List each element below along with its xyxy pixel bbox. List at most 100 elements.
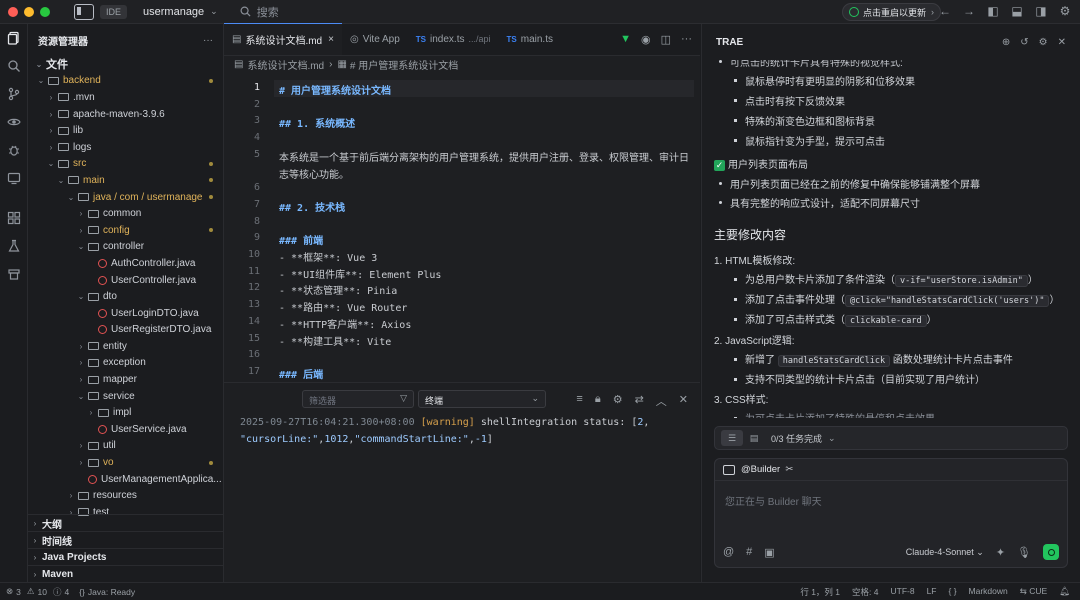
debug-bug-icon[interactable]: [0, 136, 28, 164]
indentation[interactable]: 空格: 4: [852, 586, 878, 598]
errors-indicator[interactable]: ⊗ 3: [6, 586, 21, 597]
settings-gear-icon[interactable]: ⚙: [1058, 4, 1072, 18]
tab-system-design-doc[interactable]: ▤ 系统设计文档.md ×: [224, 23, 342, 55]
extensions-icon[interactable]: [0, 204, 28, 232]
file-tree-folder[interactable]: ⌄ src: [28, 156, 223, 173]
language-mode[interactable]: Markdown: [969, 586, 1008, 598]
terminal-filter-input[interactable]: 筛选器 ▽: [302, 390, 414, 408]
preview-eye-icon[interactable]: ◉: [641, 33, 651, 46]
close-tab-icon[interactable]: ×: [328, 34, 334, 45]
file-tree-folder[interactable]: › entity: [28, 338, 223, 355]
end-of-line[interactable]: LF: [927, 586, 937, 598]
file-tree-folder[interactable]: › lib: [28, 122, 223, 139]
file-tree-folder[interactable]: › resources: [28, 487, 223, 504]
file-tree-folder[interactable]: ⌄ dto: [28, 288, 223, 305]
vue-logo-icon[interactable]: ▼: [620, 33, 631, 45]
task-list-toggle-icon[interactable]: ☰: [721, 430, 743, 446]
file-tree-folder[interactable]: ⌄ backend: [28, 73, 223, 90]
info-indicator[interactable]: ⓘ 4: [53, 586, 69, 598]
more-actions-icon[interactable]: ···: [681, 33, 692, 45]
breadcrumb-file[interactable]: 系统设计文档.md: [247, 57, 324, 72]
image-upload-icon[interactable]: ▣: [764, 546, 774, 559]
cursor-position[interactable]: 行 1，列 1: [800, 586, 840, 598]
minimize-window-button[interactable]: [24, 6, 34, 17]
explorer-files-icon[interactable]: [0, 24, 28, 52]
file-tree-folder[interactable]: › impl: [28, 404, 223, 421]
file-tree-folder[interactable]: › apache-maven-3.9.6: [28, 106, 223, 123]
file-tree-folder[interactable]: › vo: [28, 454, 223, 471]
toggle-sidebar-icon[interactable]: ◧: [986, 4, 1000, 18]
tab-index-ts[interactable]: TS index.ts .../api: [408, 23, 499, 55]
file-tree-folder[interactable]: › logs: [28, 139, 223, 156]
warnings-indicator[interactable]: ⚠ 10: [27, 586, 47, 597]
testing-flask-icon[interactable]: [0, 232, 28, 260]
new-chat-icon[interactable]: ⊕: [1002, 37, 1010, 48]
microphone-icon[interactable]: 🎙︎: [1017, 546, 1031, 559]
breadcrumb-symbol[interactable]: # 用户管理系统设计文档: [350, 57, 458, 72]
clear-list-icon[interactable]: ≡: [576, 393, 582, 409]
chevron-down-icon[interactable]: ⌄: [828, 433, 836, 444]
close-window-button[interactable]: [8, 6, 18, 17]
files-toggle-icon[interactable]: ▤: [743, 430, 765, 446]
maximize-panel-icon[interactable]: ︿: [656, 393, 667, 409]
chat-input[interactable]: 您正在与 Builder 聊天: [725, 493, 822, 508]
java-projects-section[interactable]: › Java Projects: [28, 548, 224, 565]
eye-preview-icon[interactable]: [0, 108, 28, 136]
file-tree-folder[interactable]: › config: [28, 222, 223, 239]
file-tree-folder[interactable]: ⌄ main: [28, 172, 223, 189]
file-tree-file[interactable]: UserManagementApplica...: [28, 471, 223, 488]
encoding[interactable]: UTF-8: [890, 586, 914, 598]
split-editor-icon[interactable]: ◫: [661, 33, 671, 46]
file-tree-folder[interactable]: › mapper: [28, 371, 223, 388]
file-tree-folder[interactable]: ⌄ controller: [28, 239, 223, 256]
close-panel-icon[interactable]: ✕: [1058, 37, 1066, 48]
file-tree-file[interactable]: UserController.java: [28, 272, 223, 289]
workspace-root[interactable]: ⌄ 文件: [28, 56, 223, 73]
timeline-section[interactable]: › 时间线: [28, 531, 224, 548]
file-tree-folder[interactable]: ⌄ service: [28, 388, 223, 405]
remote-monitor-icon[interactable]: [0, 164, 28, 192]
tab-vite-app[interactable]: ◎ Vite App: [342, 23, 408, 55]
terminal-select-dropdown[interactable]: 终端 ⌄: [418, 390, 546, 408]
file-tree-file[interactable]: UserRegisterDTO.java: [28, 322, 223, 339]
restart-update-button[interactable]: 点击重启以更新 ›: [842, 3, 942, 21]
code-editor[interactable]: 1 # 用户管理系统设计文档 2 3 ## 1. 系统概述 4 5 本系统是一个基于前后端分离…: [224, 80, 700, 382]
file-tree-folder[interactable]: › util: [28, 438, 223, 455]
docker-icon[interactable]: [0, 260, 28, 288]
file-tree-file[interactable]: AuthController.java: [28, 255, 223, 272]
chevron-down-icon[interactable]: ⌄: [210, 6, 218, 17]
java-status[interactable]: {} Java: Ready: [79, 587, 135, 597]
file-tree-folder[interactable]: ⌄ java / com / usermanage: [28, 189, 223, 206]
more-actions-icon[interactable]: ···: [203, 35, 213, 46]
file-tree-file[interactable]: UserService.java: [28, 421, 223, 438]
hash-context-icon[interactable]: #: [746, 546, 752, 558]
settings-gear-icon[interactable]: ⚙: [1039, 37, 1048, 48]
sparkle-icon[interactable]: ✦: [996, 546, 1005, 559]
maximize-window-button[interactable]: [40, 6, 50, 17]
maven-section[interactable]: › Maven: [28, 565, 224, 582]
global-search[interactable]: 搜索: [240, 4, 279, 20]
file-tree-folder[interactable]: › .mvn: [28, 89, 223, 106]
swap-icon[interactable]: ⇄: [635, 393, 644, 409]
mention-at-icon[interactable]: @: [723, 546, 734, 558]
outline-section[interactable]: › 大纲: [28, 514, 224, 531]
language-braces[interactable]: { }: [949, 586, 957, 598]
forward-arrow-icon[interactable]: →: [962, 4, 976, 18]
project-name[interactable]: usermanage: [143, 6, 204, 18]
back-arrow-icon[interactable]: ←: [938, 4, 952, 18]
source-control-icon[interactable]: [0, 80, 28, 108]
tab-main-ts[interactable]: TS main.ts: [499, 23, 561, 55]
close-panel-icon[interactable]: ✕: [679, 393, 688, 409]
ide-mode-badge[interactable]: IDE: [100, 4, 128, 19]
notifications-bell-icon[interactable]: 🔔︎: [1059, 586, 1070, 598]
toggle-panel-icon[interactable]: ⬓: [1010, 4, 1024, 18]
terminal-output[interactable]: 2025-09-27T16:04:21.300+08:00 [warning] …: [240, 415, 690, 448]
cue-indicator[interactable]: ⇆ CUE: [1020, 586, 1047, 598]
file-tree-folder[interactable]: › exception: [28, 355, 223, 372]
lock-icon[interactable]: 🔒︎: [595, 393, 601, 409]
agent-selector[interactable]: @Builder ✂: [715, 459, 1067, 481]
settings-gear-icon[interactable]: ⚙: [613, 393, 623, 409]
file-tree-folder[interactable]: › common: [28, 205, 223, 222]
search-icon[interactable]: [0, 52, 28, 80]
history-icon[interactable]: ↺: [1020, 37, 1028, 48]
